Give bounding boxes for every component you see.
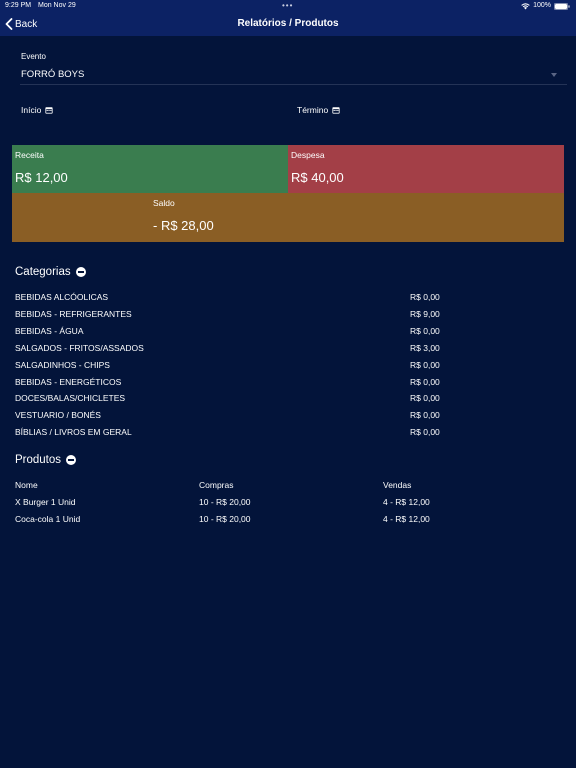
- product-vendas: 4 - R$ 12,00: [383, 497, 430, 507]
- category-row: BÍBLIAS / LIVROS EM GERAL R$ 0,00: [15, 427, 465, 441]
- status-date: Mon Nov 29: [38, 2, 76, 9]
- event-select[interactable]: FORRÓ BOYS: [20, 66, 567, 85]
- category-row: DOCES/BALAS/CHICLETES R$ 0,00: [15, 393, 465, 407]
- product-name: X Burger 1 Unid: [15, 497, 76, 507]
- categories-title: Categorias: [15, 266, 71, 278]
- end-date-field[interactable]: Término: [297, 105, 340, 115]
- category-name: BÍBLIAS / LIVROS EM GERAL: [15, 427, 132, 437]
- categories-header: Categorias: [15, 266, 86, 278]
- receita-label: Receita: [15, 150, 44, 160]
- saldo-value: - R$ 28,00: [153, 218, 214, 233]
- product-row: Coca-cola 1 Unid 10 - R$ 20,00 4 - R$ 12…: [15, 514, 555, 528]
- status-bar: 9:29 PM Mon Nov 29 ••• 100%: [0, 0, 576, 12]
- category-value: R$ 0,00: [410, 393, 440, 403]
- category-name: VESTUARIO / BONÉS: [15, 410, 101, 420]
- category-name: DOCES/BALAS/CHICLETES: [15, 393, 126, 403]
- receita-tile: Receita R$ 12,00: [12, 145, 288, 193]
- category-name: BEBIDAS - REFRIGERANTES: [15, 309, 132, 319]
- product-compras: 10 - R$ 20,00: [199, 497, 251, 507]
- product-vendas: 4 - R$ 12,00: [383, 514, 430, 524]
- category-row: BEBIDAS ALCÓOLICAS R$ 0,00: [15, 292, 465, 306]
- despesa-label: Despesa: [291, 150, 325, 160]
- category-value: R$ 0,00: [410, 410, 440, 420]
- calendar-icon: [332, 107, 340, 114]
- start-date-label: Início: [21, 105, 42, 115]
- product-compras: 10 - R$ 20,00: [199, 514, 251, 524]
- products-table-header: Nome Compras Vendas: [15, 480, 555, 494]
- saldo-label: Saldo: [153, 198, 175, 208]
- category-value: R$ 9,00: [410, 309, 440, 319]
- start-date-field[interactable]: Início: [21, 105, 53, 115]
- event-label: Evento: [21, 52, 46, 61]
- multitasking-dots[interactable]: •••: [282, 0, 293, 12]
- status-indicators: 100%: [521, 0, 570, 12]
- receita-value: R$ 12,00: [15, 170, 68, 185]
- calendar-icon: [45, 107, 53, 114]
- wifi-icon: [521, 2, 530, 9]
- category-value: R$ 0,00: [410, 427, 440, 437]
- category-name: SALGADOS - FRITOS/ASSADOS: [15, 343, 144, 353]
- category-value: R$ 0,00: [410, 377, 440, 387]
- category-row: VESTUARIO / BONÉS R$ 0,00: [15, 410, 465, 424]
- category-value: R$ 3,00: [410, 343, 440, 353]
- despesa-tile: Despesa R$ 40,00: [288, 145, 564, 193]
- product-row: X Burger 1 Unid 10 - R$ 20,00 4 - R$ 12,…: [15, 497, 555, 511]
- navigation-bar: Back Relatórios / Produtos: [0, 12, 576, 36]
- category-value: R$ 0,00: [410, 360, 440, 370]
- category-value: R$ 0,00: [410, 326, 440, 336]
- category-row: SALGADINHOS - CHIPS R$ 0,00: [15, 360, 465, 374]
- products-header: Produtos: [15, 454, 77, 466]
- category-name: BEBIDAS - ÁGUA: [15, 326, 84, 336]
- products-title: Produtos: [15, 454, 62, 466]
- category-name: SALGADINHOS - CHIPS: [15, 360, 110, 370]
- status-time: 9:29 PM: [5, 2, 32, 9]
- category-value: R$ 0,00: [410, 292, 440, 302]
- category-row: SALGADOS - FRITOS/ASSADOS R$ 3,00: [15, 343, 465, 357]
- category-row: BEBIDAS - ENERGÉTICOS R$ 0,00: [15, 377, 465, 391]
- saldo-tile: Saldo - R$ 28,00: [12, 193, 564, 242]
- category-row: BEBIDAS - ÁGUA R$ 0,00: [15, 326, 465, 340]
- product-name: Coca-cola 1 Unid: [15, 514, 81, 524]
- category-name: BEBIDAS - ENERGÉTICOS: [15, 377, 122, 387]
- battery-icon: [554, 2, 570, 10]
- end-date-label: Término: [297, 105, 329, 115]
- column-header-vendas: Vendas: [383, 480, 412, 490]
- event-value: FORRÓ BOYS: [21, 69, 85, 80]
- category-row: BEBIDAS - REFRIGERANTES R$ 9,00: [15, 309, 465, 323]
- battery-percent: 100%: [533, 2, 551, 9]
- collapse-categories-icon[interactable]: [75, 267, 86, 277]
- column-header-nome: Nome: [15, 480, 38, 490]
- column-header-compras: Compras: [199, 480, 234, 490]
- dropdown-caret-icon: [551, 73, 557, 77]
- category-name: BEBIDAS ALCÓOLICAS: [15, 292, 109, 302]
- page-title: Relatórios / Produtos: [237, 18, 339, 29]
- collapse-products-icon[interactable]: [66, 455, 77, 465]
- despesa-value: R$ 40,00: [291, 170, 344, 185]
